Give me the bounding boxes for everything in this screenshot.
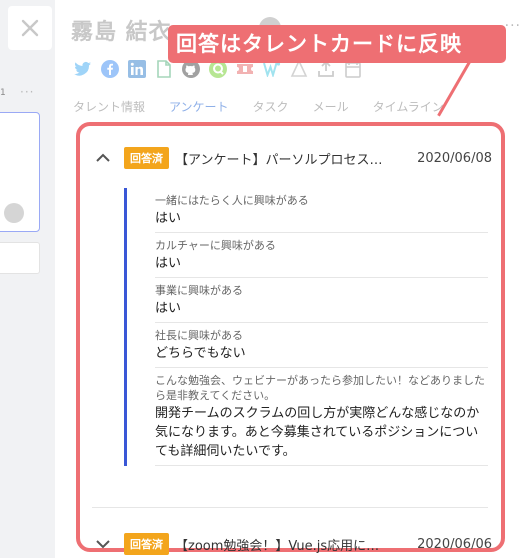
list-number: 1: [0, 88, 6, 98]
answer-value: はい: [155, 211, 182, 226]
answer-value: はい: [155, 256, 182, 271]
close-icon: [21, 19, 39, 37]
answer-item: 一緒にはたらく人に興味がある はい: [155, 188, 488, 233]
more-icon[interactable]: ···: [20, 85, 34, 99]
avatar: [4, 203, 24, 223]
answer-value: 開発チームのスクラムの回し方が実際どんな感じなのか気になります。あと今募集されて…: [155, 406, 480, 459]
more-options-icon[interactable]: ···: [505, 18, 521, 34]
question-label: 事業に興味がある: [155, 284, 243, 297]
question-label: 社長に興味がある: [155, 329, 243, 342]
answer-item: 事業に興味がある はい: [155, 278, 488, 323]
tab-talent-info[interactable]: タレント情報: [73, 98, 145, 115]
list-item[interactable]: [0, 242, 40, 274]
answer-value: はい: [155, 301, 182, 316]
tab-mail[interactable]: メール: [313, 98, 349, 115]
tab-survey[interactable]: アンケート: [169, 98, 229, 115]
question-label: カルチャーに興味がある: [155, 239, 276, 252]
chevron-up-icon[interactable]: [92, 147, 114, 169]
survey-header[interactable]: 回答済 【zoom勉強会！】Vue.js応用に… 2020/06/06: [92, 532, 492, 556]
status-badge: 回答済: [124, 533, 169, 555]
facebook-icon[interactable]: [100, 59, 119, 78]
survey-date: 2020/06/08: [417, 150, 492, 166]
question-label: こんな勉強会、ウェビナーがあったら参加したい！などありましたら是非教えてください…: [155, 374, 485, 402]
answer-item: カルチャーに興味がある はい: [155, 233, 488, 278]
linkedin-icon[interactable]: [127, 59, 146, 78]
survey-title: 【アンケート】パーソルプロセス…: [175, 152, 383, 168]
status-badge: 回答済: [124, 147, 169, 169]
survey-date: 2020/06/06: [417, 536, 492, 552]
close-button[interactable]: [8, 6, 52, 50]
background-panel: [0, 0, 60, 558]
survey-answers: 一緒にはたらく人に興味がある はい カルチャーに興味がある はい 事業に興味があ…: [124, 188, 488, 466]
divider: [92, 507, 488, 508]
twitter-icon[interactable]: [73, 59, 92, 78]
answer-item: こんな勉強会、ウェビナーがあったら参加したい！などありましたら是非教えてください…: [155, 368, 488, 466]
drawer-tabs: タレント情報 アンケート タスク メール タイムライン: [73, 98, 468, 115]
tab-task[interactable]: タスク: [253, 98, 289, 115]
callout-label: 回答はタレントカードに反映: [168, 25, 506, 63]
question-label: 一緒にはたらく人に興味がある: [155, 194, 309, 207]
tab-timeline[interactable]: タイムライン: [373, 98, 444, 115]
person-name: 霧島 結衣: [71, 20, 172, 45]
survey-title: 【zoom勉強会！】Vue.js応用に…: [175, 538, 380, 554]
answer-item: 社長に興味がある どちらでもない: [155, 323, 488, 368]
survey-header[interactable]: 回答済 【アンケート】パーソルプロセス… 2020/06/08: [92, 146, 492, 170]
answer-value: どちらでもない: [155, 346, 246, 361]
chevron-down-icon[interactable]: [92, 533, 114, 555]
